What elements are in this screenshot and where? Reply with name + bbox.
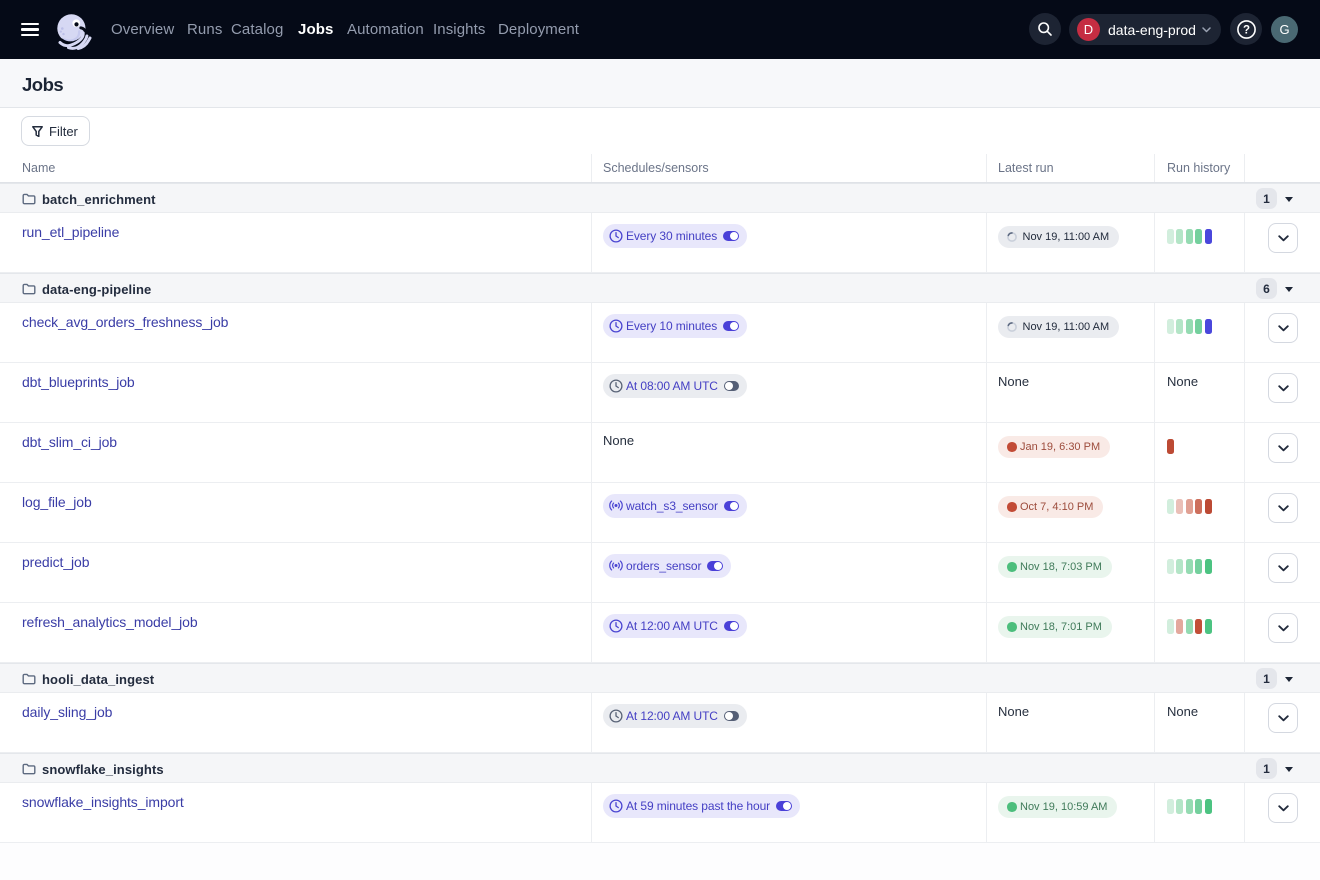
svg-text:?: ? <box>1242 24 1249 36</box>
